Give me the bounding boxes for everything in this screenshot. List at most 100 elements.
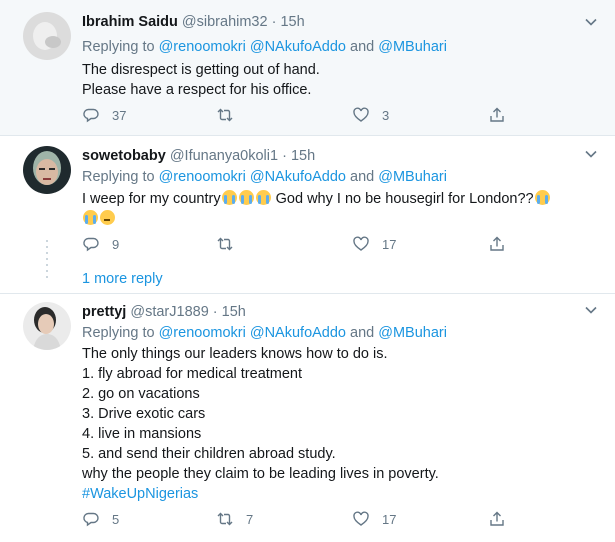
tweet-text: I weep for my country God why I no be ho…	[82, 189, 585, 229]
tweet-text-line	[82, 209, 585, 229]
replying-to: Replying to @renoomokri @NAkufoAddo and …	[82, 167, 585, 187]
tweet-header: Ibrahim Saidu @sibrahim32 · 15h	[82, 12, 585, 32]
avatar[interactable]	[23, 12, 71, 60]
replying-to: Replying to @renoomokri @NAkufoAddo and …	[82, 37, 585, 57]
share-icon	[490, 236, 504, 251]
loudly-crying-face-emoji	[534, 190, 550, 205]
separator-dot: ·	[212, 304, 218, 320]
timestamp[interactable]: 15h	[291, 148, 315, 164]
user-handle[interactable]: @sibrahim32	[182, 14, 268, 30]
like-button[interactable]: 17	[352, 235, 396, 253]
reply-button[interactable]: 5	[82, 510, 119, 528]
reply-count: 37	[112, 107, 127, 123]
reply-count: 9	[112, 236, 120, 252]
share-button[interactable]	[488, 510, 506, 528]
tweet-text-line: The disrespect is getting out of hand.	[82, 62, 320, 78]
replying-to: Replying to @renoomokri @NAkufoAddo and …	[82, 323, 585, 343]
thread-line	[46, 240, 48, 280]
loudly-crying-face-emoji	[255, 190, 271, 205]
replying-and: and	[346, 169, 379, 185]
display-name[interactable]: prettyj	[82, 304, 126, 320]
like-count: 3	[382, 107, 390, 123]
tweet-text: The only things our leaders knows how to…	[82, 344, 585, 504]
retweet-button[interactable]	[216, 235, 246, 253]
like-icon	[353, 511, 369, 526]
reply-icon	[83, 512, 99, 527]
mention-link[interactable]: @renoomokri	[159, 169, 246, 185]
mention-link[interactable]: @NAkufoAddo	[250, 169, 346, 185]
display-name[interactable]: sowetobaby	[82, 148, 166, 164]
avatar[interactable]	[23, 146, 71, 194]
chevron-down-icon[interactable]	[585, 304, 597, 316]
like-count: 17	[382, 511, 397, 527]
tweet-text-line: Please have a respect for his office.	[82, 82, 312, 98]
loudly-crying-face-emoji	[83, 210, 98, 225]
user-handle[interactable]: @starJ1889	[130, 304, 208, 320]
separator-dot: ·	[271, 14, 277, 30]
chevron-down-icon[interactable]	[585, 148, 597, 160]
timestamp[interactable]: 15h	[222, 304, 246, 320]
like-icon	[353, 107, 369, 122]
retweet-button[interactable]: 7	[216, 510, 253, 528]
tweet-3[interactable]: prettyj @starJ1889 · 15h Replying to @re…	[0, 294, 615, 542]
tweet-text-line: why the people they claim to be leading …	[82, 466, 439, 482]
tweet-2[interactable]: sowetobaby @Ifunanya0koli1 · 15h Replyin…	[0, 136, 615, 291]
avatar[interactable]	[23, 302, 71, 350]
like-button[interactable]: 3	[352, 106, 389, 124]
mention-link[interactable]: @MBuhari	[378, 39, 447, 55]
tweet-1[interactable]: Ibrahim Saidu @sibrahim32 · 15h Replying…	[0, 0, 615, 135]
like-count: 17	[382, 236, 397, 252]
mention-link[interactable]: @renoomokri	[159, 325, 246, 341]
user-handle[interactable]: @Ifunanya0koli1	[170, 148, 278, 164]
more-replies-link[interactable]: 1 more reply	[82, 271, 163, 287]
retweet-icon	[217, 237, 233, 251]
loudly-crying-face-emoji	[221, 190, 237, 205]
mention-link[interactable]: @renoomokri	[159, 39, 246, 55]
replying-and: and	[346, 325, 379, 341]
reply-icon	[83, 108, 99, 123]
retweet-icon	[217, 108, 233, 122]
reply-button[interactable]: 37	[82, 106, 126, 124]
mention-link[interactable]: @MBuhari	[378, 325, 447, 341]
chevron-down-icon[interactable]	[585, 16, 597, 28]
retweet-count: 7	[246, 511, 254, 527]
display-name[interactable]: Ibrahim Saidu	[82, 14, 178, 30]
tweet-actions: 37 3	[82, 106, 522, 126]
thinking-face-emoji	[100, 210, 115, 225]
tweet-text-line: 5. and send their children abroad study.	[82, 446, 336, 462]
share-button[interactable]	[488, 106, 506, 124]
like-icon	[353, 236, 369, 251]
timestamp[interactable]: 15h	[280, 14, 304, 30]
replying-and: and	[346, 39, 379, 55]
tweet-text-line: 3. Drive exotic cars	[82, 406, 206, 422]
hashtag-link[interactable]: #WakeUpNigerias	[82, 484, 585, 504]
mention-link[interactable]: @NAkufoAddo	[250, 325, 346, 341]
tweet-text: The disrespect is getting out of hand. P…	[82, 60, 585, 100]
like-button[interactable]: 17	[352, 510, 396, 528]
share-icon	[490, 511, 504, 526]
mention-link[interactable]: @MBuhari	[378, 169, 447, 185]
tweet-text-part: God why I no be housegirl for London??	[271, 191, 534, 207]
replying-prefix: Replying to	[82, 169, 159, 185]
share-button[interactable]	[488, 235, 506, 253]
tweet-header: prettyj @starJ1889 · 15h	[82, 302, 585, 322]
tweet-header: sowetobaby @Ifunanya0koli1 · 15h	[82, 146, 585, 166]
replying-prefix: Replying to	[82, 325, 159, 341]
tweet-actions: 5 7 17	[82, 510, 522, 530]
replying-prefix: Replying to	[82, 39, 159, 55]
separator-dot: ·	[282, 148, 287, 164]
retweet-button[interactable]	[216, 106, 246, 124]
reply-icon	[83, 237, 99, 252]
loudly-crying-face-emoji	[238, 190, 254, 205]
share-icon	[490, 107, 504, 122]
reply-count: 5	[112, 511, 120, 527]
tweet-text-line: 4. live in mansions	[82, 426, 202, 442]
tweet-text-line: 1. fly abroad for medical treatment	[82, 366, 303, 382]
retweet-icon	[217, 512, 233, 526]
tweet-text-line: 2. go on vacations	[82, 386, 200, 402]
reply-button[interactable]: 9	[82, 235, 119, 253]
tweet-text-part: I weep for my country	[82, 191, 221, 207]
tweet-text-line: The only things our leaders knows how to…	[82, 346, 388, 362]
tweet-actions: 9 17	[82, 235, 522, 255]
mention-link[interactable]: @NAkufoAddo	[250, 39, 346, 55]
